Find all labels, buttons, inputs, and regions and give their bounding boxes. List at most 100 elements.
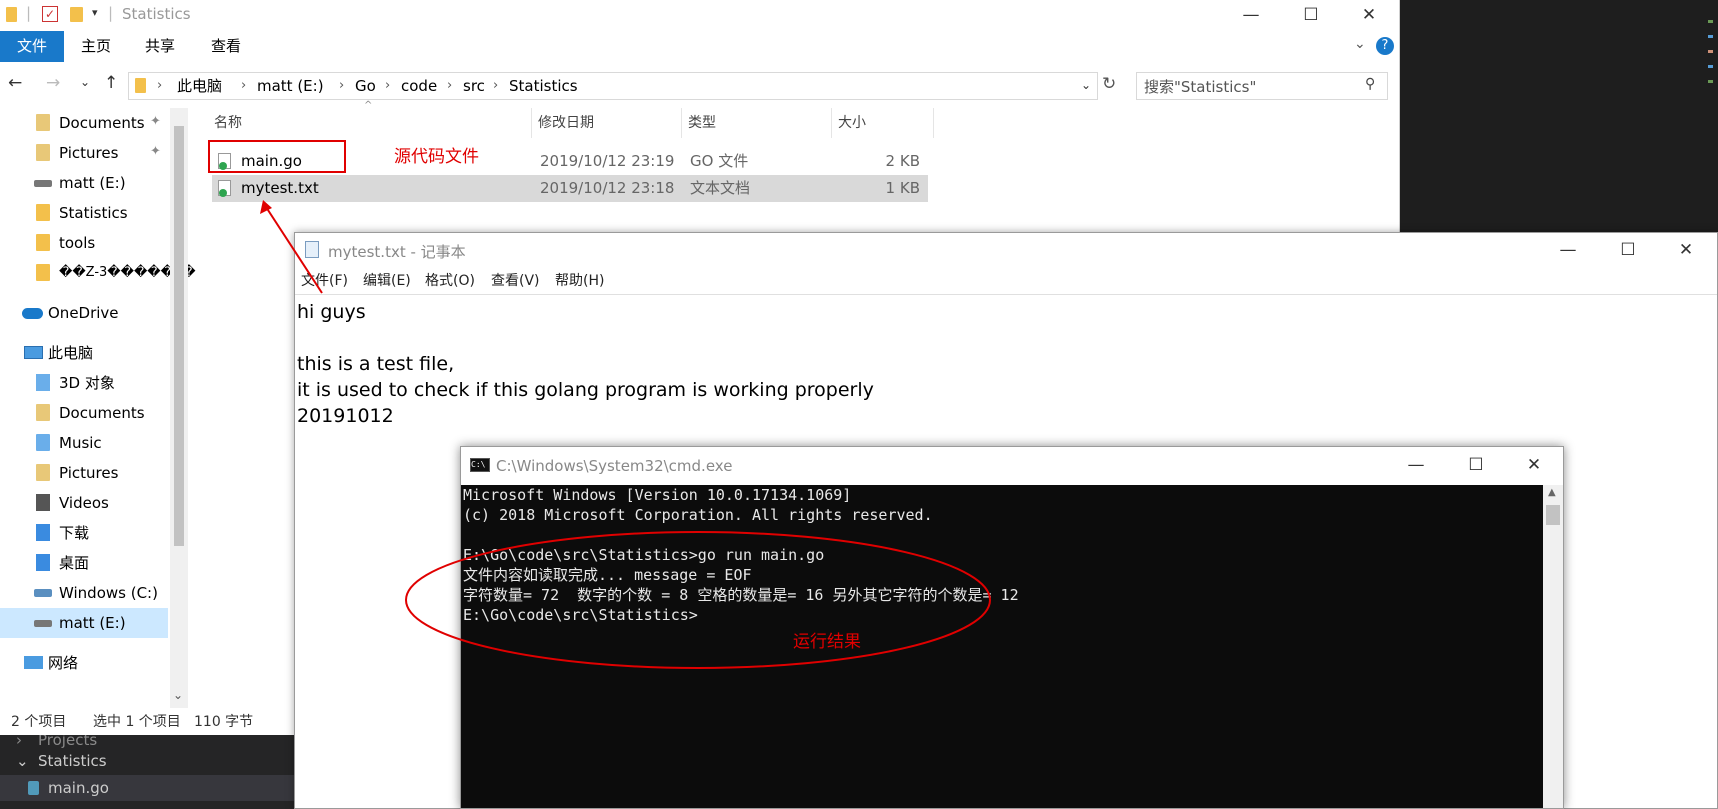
sync-check-icon (219, 189, 227, 197)
back-arrow-icon[interactable]: ← (8, 73, 22, 93)
folder-icon (36, 264, 50, 281)
column-date[interactable]: 修改日期 (532, 108, 682, 138)
nav-pictures-pc[interactable]: Pictures (0, 458, 168, 488)
ide-folder-label: Statistics (38, 752, 107, 770)
nav-label: tools (59, 234, 96, 252)
help-icon[interactable]: ? (1376, 37, 1394, 55)
recent-locations-icon[interactable]: ⌄ (80, 75, 90, 89)
close-button[interactable]: ✕ (1346, 0, 1392, 31)
breadcrumb-statistics[interactable]: Statistics (509, 73, 578, 99)
minimize-button[interactable]: — (1393, 450, 1439, 481)
chevron-down-icon: ⌄ (16, 752, 29, 770)
maximize-button[interactable]: ☐ (1288, 0, 1334, 31)
file-row-selected[interactable]: mytest.txt 2019/10/12 23:18 文本文档 1 KB (212, 175, 928, 202)
address-bar[interactable]: › 此电脑 › matt (E:) › Go › code › src › St… (128, 72, 1098, 100)
close-button[interactable]: ✕ (1511, 450, 1557, 481)
menu-view[interactable]: 查看(V) (491, 269, 540, 293)
column-size[interactable]: 大小 (832, 108, 934, 138)
folder-icon (36, 204, 50, 221)
column-type[interactable]: 类型 (682, 108, 832, 138)
notepad-icon (305, 241, 319, 258)
downloads-folder-icon (36, 524, 50, 541)
pin-icon[interactable]: ✦ (150, 137, 161, 167)
menu-edit[interactable]: 编辑(E) (363, 269, 411, 293)
menu-file[interactable]: 文件(F) (301, 269, 348, 293)
nav-drive-e-selected[interactable]: matt (E:) (0, 608, 168, 638)
nav-label: 网络 (48, 654, 79, 672)
nav-label: Music (59, 434, 102, 452)
cmd-window: C:\ C:\Windows\System32\cmd.exe — ☐ ✕ Mi… (460, 446, 1564, 809)
search-input[interactable]: 搜索"Statistics" (1144, 76, 1256, 97)
scroll-up-icon[interactable]: ▲ (1548, 487, 1556, 498)
close-button[interactable]: ✕ (1663, 235, 1709, 266)
ide-file-main-go[interactable]: main.go (0, 775, 300, 801)
drive-icon (34, 180, 52, 187)
nav-tools[interactable]: tools (0, 228, 168, 258)
search-box[interactable]: 搜索"Statistics" ⚲ (1136, 72, 1388, 100)
chevron-right-icon: › (493, 78, 499, 93)
nav-pictures[interactable]: Pictures ✦ (0, 138, 168, 168)
nav-label: Pictures (59, 464, 119, 482)
nav-label: Documents (59, 404, 145, 422)
scrollbar-thumb[interactable] (174, 126, 184, 546)
nav-label: Videos (59, 494, 109, 512)
nav-onedrive[interactable]: OneDrive (0, 298, 168, 328)
tab-view[interactable]: 查看 (198, 31, 254, 62)
chevron-right-icon: › (157, 78, 163, 93)
nav-label: Windows (C:) (59, 584, 158, 602)
minimize-button[interactable]: — (1228, 0, 1274, 31)
breadcrumb-drive[interactable]: matt (E:) (257, 73, 324, 99)
chevron-down-icon[interactable]: ⌄ (1354, 36, 1366, 52)
breadcrumb-src[interactable]: src (463, 73, 485, 99)
tab-share[interactable]: 共享 (132, 31, 188, 62)
console-line: (c) 2018 Microsoft Corporation. All righ… (463, 506, 933, 524)
minimize-button[interactable]: — (1545, 235, 1591, 266)
menu-format[interactable]: 格式(O) (425, 269, 475, 293)
maximize-button[interactable]: ☐ (1605, 235, 1651, 266)
nav-drive-e[interactable]: matt (E:) (0, 168, 168, 198)
column-name[interactable]: 名称 (208, 108, 532, 138)
nav-statistics[interactable]: Statistics (0, 198, 168, 228)
music-folder-icon (36, 434, 50, 451)
nav-label: 桌面 (59, 554, 90, 572)
computer-icon (24, 346, 43, 359)
tab-file[interactable]: 文件 (0, 31, 64, 62)
up-arrow-icon[interactable]: ↑ (104, 73, 118, 93)
file-size: 1 KB (885, 179, 920, 197)
cmd-console[interactable]: Microsoft Windows [Version 10.0.17134.10… (461, 485, 1543, 808)
cmd-scrollbar[interactable]: ▲ (1543, 485, 1563, 808)
scrollbar-thumb[interactable] (1546, 505, 1560, 525)
nav-downloads[interactable]: 下载 (0, 518, 168, 548)
nav-network[interactable]: 网络 (0, 648, 168, 678)
scroll-down-icon[interactable]: ⌄ (173, 688, 183, 702)
quick-access-dropdown-icon[interactable]: ▾ (92, 6, 98, 19)
nav-label: matt (E:) (59, 614, 126, 632)
nav-3d-objects[interactable]: 3D 对象 (0, 368, 168, 398)
file-name[interactable]: mytest.txt (241, 175, 319, 202)
maximize-button[interactable]: ☐ (1453, 450, 1499, 481)
breadcrumb-this-pc[interactable]: 此电脑 (177, 73, 222, 99)
new-folder-icon[interactable] (70, 7, 83, 22)
forward-arrow-icon[interactable]: → (46, 73, 60, 93)
nav-desktop[interactable]: 桌面 (0, 548, 168, 578)
tab-home[interactable]: 主页 (68, 31, 124, 62)
properties-icon[interactable]: ✓ (42, 6, 58, 22)
nav-garbled-folder[interactable]: ��Z-3�����£� (0, 258, 196, 288)
refresh-icon[interactable]: ↻ (1102, 74, 1116, 94)
breadcrumb-code[interactable]: code (401, 73, 437, 99)
ide-file-label: main.go (48, 779, 109, 797)
menu-help[interactable]: 帮助(H) (555, 269, 604, 293)
pictures-folder-icon (36, 464, 50, 481)
address-dropdown-icon[interactable]: ⌄ (1081, 78, 1091, 92)
nav-videos[interactable]: Videos (0, 488, 168, 518)
nav-documents[interactable]: Documents ✦ (0, 108, 168, 138)
nav-this-pc[interactable]: 此电脑 (0, 338, 168, 368)
nav-drive-c[interactable]: Windows (C:) (0, 578, 168, 608)
nav-music[interactable]: Music (0, 428, 168, 458)
nav-scrollbar[interactable]: ⌄ (170, 108, 188, 708)
breadcrumb-go[interactable]: Go (355, 73, 376, 99)
search-icon[interactable]: ⚲ (1365, 76, 1375, 92)
pin-icon[interactable]: ✦ (150, 107, 161, 137)
nav-documents-pc[interactable]: Documents (0, 398, 168, 428)
ide-folder-statistics[interactable]: ⌄ Statistics (0, 748, 300, 774)
